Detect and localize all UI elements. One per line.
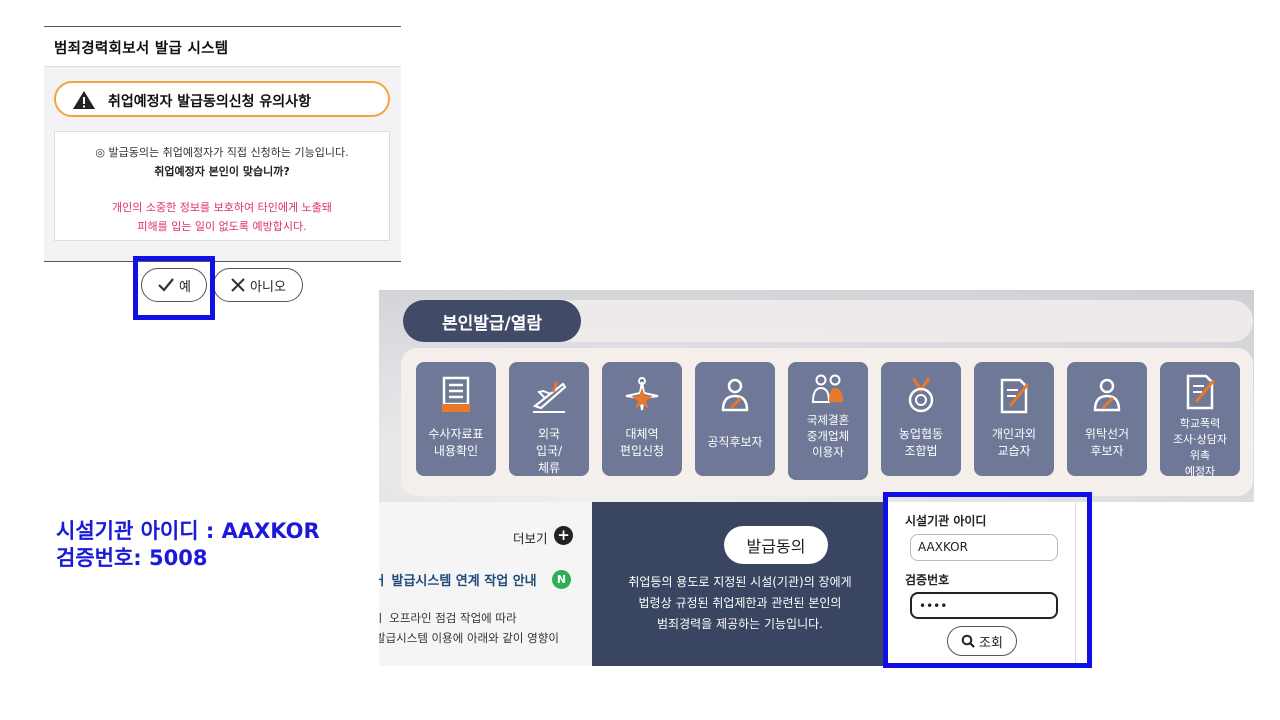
notice-body: ◎ 발급동의는 취업예정자가 직접 신청하는 기능입니다. 취업예정자 본인이 … xyxy=(54,131,390,241)
more-link[interactable]: 더보기 xyxy=(513,528,548,547)
portal-screenshot: 본인발급/열람 수사자료표 내용확인 외국 입국/체류 대체역 편입신청 공직후… xyxy=(379,290,1254,666)
tab-self-issue[interactable]: 본인발급/열람 xyxy=(403,300,581,342)
no-button[interactable]: 아니오 xyxy=(213,268,303,302)
news-title[interactable]: ㅓ 발급시스템 연계 작업 안내 xyxy=(379,570,537,589)
dialog-title: 범죄경력회보서 발급 시스템 xyxy=(54,41,229,57)
service-label: 대체역 편입신청 xyxy=(619,427,665,458)
service-label: 공직후보자 xyxy=(707,435,763,449)
service-tile-public-candidate[interactable]: 공직후보자 xyxy=(695,362,775,476)
service-tile-immigration[interactable]: 외국 입국/체류 xyxy=(509,362,589,476)
service-label: 개인과외 교습자 xyxy=(991,427,1037,458)
notice-question: 취업예정자 본인이 맞습니까? xyxy=(154,165,290,178)
consent-button[interactable]: 발급동의 xyxy=(724,526,828,564)
notice-title: 취업예정자 발급동의신청 유의사항 xyxy=(108,94,311,110)
service-tile-alternative-service[interactable]: 대체역 편입신청 xyxy=(602,362,682,476)
document-pen-icon xyxy=(1186,374,1216,410)
consent-description: 취업등의 용도로 지정된 시설(기관)의 장에게 법령상 규정된 취업제한과 관… xyxy=(592,572,888,635)
person-icon xyxy=(721,378,749,412)
service-label: 위탁선거 후보자 xyxy=(1084,427,1130,458)
person-icon xyxy=(1093,378,1121,412)
service-tile-agricultural-coop[interactable]: 농업협동 조합법 xyxy=(881,362,961,476)
service-label: 수사자료표 내용확인 xyxy=(428,427,484,458)
service-label: 학교폭력 조사·상담자 위촉 예정자 xyxy=(1172,417,1228,478)
consent-dialog: 범죄경력회보서 발급 시스템 취업예정자 발급동의신청 유의사항 ◎ 발급동의는… xyxy=(44,26,401,262)
warning-icon xyxy=(73,91,95,109)
service-tile-investigation[interactable]: 수사자료표 내용확인 xyxy=(416,362,496,476)
service-tile-private-tutor[interactable]: 개인과외 교습자 xyxy=(974,362,1054,476)
news-text: ㅣ 오프라인 점검 작업에 따라 xyxy=(379,611,517,625)
notice-banner: 취업예정자 발급동의신청 유의사항 xyxy=(54,81,390,117)
service-label: 국제결혼 중개업체 이용자 xyxy=(806,413,850,459)
plus-icon[interactable]: + xyxy=(554,526,573,545)
service-tile-consignment-election[interactable]: 위탁선거 후보자 xyxy=(1067,362,1147,476)
medal-icon xyxy=(908,377,934,413)
couple-icon xyxy=(811,374,843,403)
service-tile-school-violence[interactable]: 학교폭력 조사·상담자 위촉 예정자 xyxy=(1160,362,1240,478)
document-pen-icon xyxy=(1000,378,1030,414)
lookup-form-highlight xyxy=(883,492,1092,668)
consent-desc-line: 법령상 규정된 취업제한과 관련된 본인의 xyxy=(638,596,842,610)
service-label: 외국 입국/체류 xyxy=(535,427,563,475)
airplane-icon xyxy=(532,381,567,413)
military-emblem-icon xyxy=(625,377,659,411)
document-stamp-icon xyxy=(442,376,470,412)
yes-button-highlight xyxy=(133,256,215,320)
news-text: 발급시스템 이용에 아래와 같이 영향이 xyxy=(379,631,559,645)
close-icon xyxy=(231,278,245,292)
service-label: 농업협동 조합법 xyxy=(898,427,944,458)
instruction-text: 시설기관 아이디 : AAXKOR 검증번호: 5008 xyxy=(56,518,320,572)
consent-desc-line: 범죄경력을 제공하는 기능입니다. xyxy=(656,617,823,631)
verification-code-instruction: 검증번호: 5008 xyxy=(56,546,208,570)
notice-line: ◎ 발급동의는 취업예정자가 직접 신청하는 기능입니다. xyxy=(95,146,349,159)
privacy-warning: 피해를 입는 일이 없도록 예방합시다. xyxy=(137,220,307,233)
no-label: 아니오 xyxy=(250,279,286,295)
facility-id-instruction: 시설기관 아이디 : AAXKOR xyxy=(56,519,320,543)
privacy-warning: 개인의 소중한 정보를 보호하여 타인에게 노출돼 xyxy=(112,201,332,214)
service-tile-marriage-broker[interactable]: 국제결혼 중개업체 이용자 xyxy=(788,362,868,480)
new-badge: N xyxy=(552,570,571,589)
consent-desc-line: 취업등의 용도로 지정된 시설(기관)의 장에게 xyxy=(628,575,852,589)
